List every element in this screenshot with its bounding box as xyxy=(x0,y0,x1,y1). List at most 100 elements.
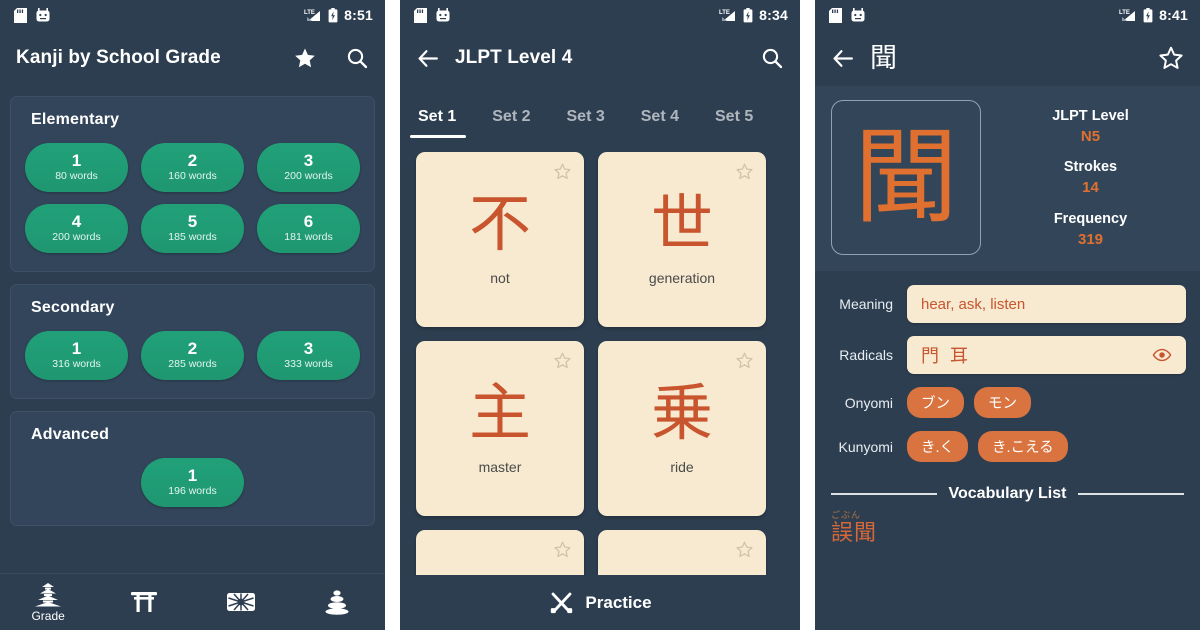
back-arrow-icon[interactable] xyxy=(416,46,441,71)
meaning-field[interactable]: hear, ask, listen xyxy=(907,285,1186,323)
star-outline-icon[interactable] xyxy=(553,162,572,184)
grade-pill-secondary-2[interactable]: 2 285 words xyxy=(141,331,244,380)
grade-pill-elementary-3[interactable]: 3 200 words xyxy=(257,143,360,192)
grade-pill-elementary-6[interactable]: 6 181 words xyxy=(257,204,360,253)
status-bar-right-icons: LTE 8:41 xyxy=(1119,7,1188,23)
status-bar-right-icons: LTE 8:51 xyxy=(304,7,373,23)
stat-value: 14 xyxy=(1082,179,1099,197)
section-secondary: Secondary 1 316 words 2 285 words 3 333 … xyxy=(10,284,375,399)
nav-item-grade[interactable]: Grade xyxy=(0,582,96,623)
svg-text:LTE: LTE xyxy=(1119,10,1130,16)
eye-icon[interactable] xyxy=(1152,348,1172,362)
kanji-character: 主 xyxy=(468,378,531,448)
battery-icon xyxy=(328,7,338,23)
grade-pill-secondary-3[interactable]: 3 333 words xyxy=(257,331,360,380)
star-outline-icon[interactable] xyxy=(1158,45,1184,71)
kanji-card[interactable] xyxy=(416,530,584,575)
detail-label: Radicals xyxy=(839,347,893,363)
grade-pill-elementary-2[interactable]: 2 160 words xyxy=(141,143,244,192)
panel-divider xyxy=(800,0,815,630)
nav-item-rising-sun[interactable] xyxy=(193,590,289,615)
kunyomi-chip[interactable]: き.く xyxy=(907,431,969,462)
kanji-card[interactable] xyxy=(598,530,766,575)
star-outline-icon[interactable] xyxy=(553,540,572,562)
three-panel-screenshot: LTE 8:51 Kanji by School Grade Elementar… xyxy=(0,0,1200,630)
tab-set-3[interactable]: Set 3 xyxy=(567,108,605,138)
section-title: Elementary xyxy=(31,111,120,128)
panel-kanji-detail: LTE 8:41 聞 聞 JLPT Level N5 Strokes 14 Fr… xyxy=(815,0,1200,630)
kanji-card[interactable]: 乗 ride xyxy=(598,341,766,516)
status-bar-left-icons xyxy=(14,7,50,23)
torii-gate-icon xyxy=(130,589,158,615)
vocabulary-item[interactable]: ごぶん 誤聞 xyxy=(831,511,1184,544)
bottom-navigation-bar: Grade xyxy=(0,573,385,630)
search-icon[interactable] xyxy=(760,46,784,70)
star-outline-icon[interactable] xyxy=(553,351,572,373)
grade-word-count: 316 words xyxy=(52,357,101,370)
status-bar-right-icons: LTE 8:34 xyxy=(719,7,788,23)
kanji-character: 不 xyxy=(468,189,531,259)
nav-item-zen-stones[interactable] xyxy=(289,589,385,616)
grade-number: 2 xyxy=(187,338,198,358)
grade-number: 2 xyxy=(187,150,198,170)
grade-pill-elementary-1[interactable]: 1 80 words xyxy=(25,143,128,192)
star-outline-icon[interactable] xyxy=(735,162,754,184)
kanji-display-box[interactable]: 聞 xyxy=(831,100,981,255)
stat-jlpt-level: JLPT Level N5 xyxy=(1052,106,1129,147)
grade-pill-secondary-1[interactable]: 1 316 words xyxy=(25,331,128,380)
pagoda-icon xyxy=(33,582,63,608)
grade-word-count: 196 words xyxy=(168,484,217,497)
kanji-stats: JLPT Level N5 Strokes 14 Frequency 319 xyxy=(997,100,1184,250)
page-title: JLPT Level 4 xyxy=(455,47,573,68)
stat-value: N5 xyxy=(1080,128,1101,146)
stat-value: 319 xyxy=(1077,230,1104,248)
grade-word-count: 160 words xyxy=(168,169,217,182)
onyomi-chip[interactable]: ブン xyxy=(907,387,964,418)
svg-text:LTE: LTE xyxy=(719,10,730,16)
star-outline-icon[interactable] xyxy=(735,351,754,373)
tab-set-2[interactable]: Set 2 xyxy=(492,108,530,138)
sd-card-icon xyxy=(829,7,842,23)
grade-number: 5 xyxy=(187,211,198,231)
tab-set-1[interactable]: Set 1 xyxy=(409,108,467,138)
practice-button[interactable]: Practice xyxy=(400,575,800,630)
status-bar-left-icons xyxy=(829,7,865,23)
tab-set-4[interactable]: Set 4 xyxy=(641,108,679,138)
star-outline-icon[interactable] xyxy=(735,540,754,562)
kanji-meaning: not xyxy=(490,269,510,286)
kanji-character: 乗 xyxy=(650,378,713,448)
grade-sections-list: Elementary 1 80 words 2 160 words 3 200 … xyxy=(0,86,385,573)
radicals-field[interactable]: 門 耳 xyxy=(907,336,1186,374)
page-title: Kanji by School Grade xyxy=(16,47,221,68)
onyomi-chip[interactable]: モン xyxy=(974,387,1031,418)
grade-word-count: 181 words xyxy=(284,230,333,243)
grade-word-count: 285 words xyxy=(168,357,217,370)
panel-jlpt-level-4: LTE 8:34 JLPT Level 4 Set 1 Set 2 Set 3 … xyxy=(400,0,800,630)
rising-sun-flag-icon xyxy=(226,590,256,614)
tab-set-5[interactable]: Set 5 xyxy=(715,108,753,138)
vocabulary-word: 誤聞 xyxy=(831,520,878,545)
kanji-card-grid: 不 not 世 generation 主 master 乗 ride xyxy=(400,138,800,575)
stat-frequency: Frequency 319 xyxy=(1054,209,1127,250)
search-icon[interactable] xyxy=(345,46,369,70)
battery-icon xyxy=(743,7,753,23)
grade-row: 1 80 words 2 160 words 3 200 words xyxy=(25,143,360,192)
kanji-card[interactable]: 不 not xyxy=(416,152,584,327)
kanji-card[interactable]: 世 generation xyxy=(598,152,766,327)
star-filled-icon[interactable] xyxy=(293,46,317,70)
grade-pill-elementary-5[interactable]: 5 185 words xyxy=(141,204,244,253)
nav-item-torii[interactable] xyxy=(96,589,192,616)
grade-row: 1 196 words xyxy=(25,458,360,507)
kunyomi-chip[interactable]: き.こえる xyxy=(978,431,1068,462)
grade-pill-elementary-4[interactable]: 4 200 words xyxy=(25,204,128,253)
onyomi-chips: ブン モン xyxy=(907,387,1186,418)
lte-signal-icon: LTE xyxy=(304,8,322,22)
kanji-card[interactable]: 主 master xyxy=(416,341,584,516)
back-arrow-icon[interactable] xyxy=(831,46,856,71)
stat-strokes: Strokes 14 xyxy=(1064,157,1117,198)
kanji-meaning: ride xyxy=(670,458,694,475)
vocabulary-list-title: Vocabulary List xyxy=(948,485,1067,502)
page-title: 聞 xyxy=(870,42,898,73)
grade-pill-advanced-1[interactable]: 1 196 words xyxy=(141,458,244,507)
app-bar: Kanji by School Grade xyxy=(0,30,385,86)
